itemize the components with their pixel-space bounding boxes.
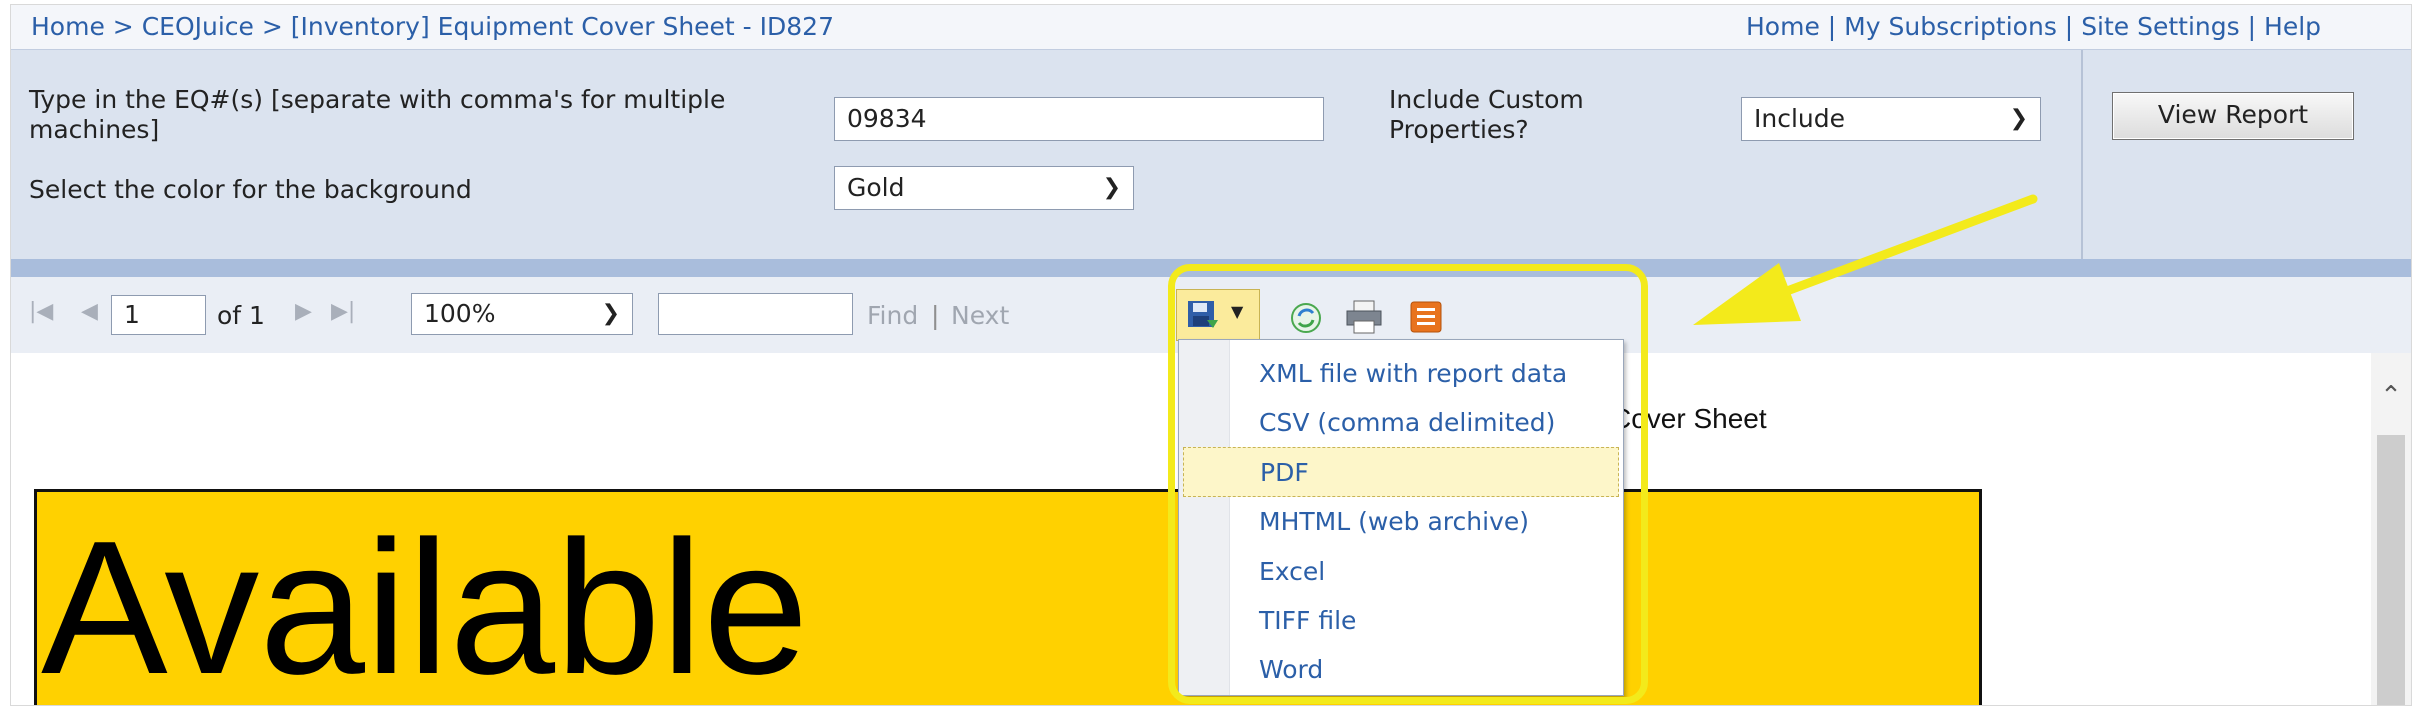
screenshot: Home > CEOJuice > [Inventory] Equipment … xyxy=(10,4,2412,706)
breadcrumb-separator: > xyxy=(261,12,283,41)
site-links: Home | My Subscriptions | Site Settings … xyxy=(1746,12,2321,41)
link-separator: | xyxy=(2247,12,2257,41)
link-separator: | xyxy=(1827,12,1837,41)
site-settings-link[interactable]: Site Settings xyxy=(2081,12,2239,41)
annotation-highlight-box xyxy=(1168,264,1648,704)
custom-properties-label: Include Custom Properties? xyxy=(1389,85,1584,144)
home-link[interactable]: Home xyxy=(1746,12,1820,41)
eq-number-input[interactable]: 09834 xyxy=(834,97,1324,141)
next-link[interactable]: Next xyxy=(951,301,1009,330)
my-subscriptions-link[interactable]: My Subscriptions xyxy=(1844,12,2057,41)
link-separator: | xyxy=(2064,12,2074,41)
panel-divider xyxy=(2081,50,2083,260)
availability-text: Available xyxy=(41,502,809,706)
breadcrumb-separator: > xyxy=(112,12,134,41)
scrollbar-thumb[interactable] xyxy=(2377,435,2405,705)
annotation-arrow-icon xyxy=(1693,194,2038,325)
chevron-down-icon: ❯ xyxy=(601,301,620,326)
zoom-value: 100% xyxy=(424,299,496,328)
next-page-icon[interactable]: ▶ xyxy=(295,299,312,324)
breadcrumb-report: [Inventory] Equipment Cover Sheet - ID82… xyxy=(290,12,834,41)
previous-page-icon[interactable]: ◀ xyxy=(81,299,98,324)
scroll-up-icon[interactable]: ⌃ xyxy=(2371,381,2411,411)
custom-properties-select[interactable]: Include ❯ xyxy=(1741,97,2041,141)
breadcrumb-home[interactable]: Home xyxy=(31,12,105,41)
chevron-down-icon: ❯ xyxy=(2009,106,2028,131)
page-count-text: of 1 xyxy=(217,301,265,330)
eq-number-label: Type in the EQ#(s) [separate with comma'… xyxy=(29,85,726,144)
find-link[interactable]: Find xyxy=(867,301,918,330)
find-input[interactable] xyxy=(658,293,853,335)
background-color-value: Gold xyxy=(847,173,905,202)
breadcrumb: Home > CEOJuice > [Inventory] Equipment … xyxy=(31,12,834,41)
zoom-select[interactable]: 100% ❯ xyxy=(411,293,633,335)
chevron-down-icon: ❯ xyxy=(1102,175,1121,200)
background-color-label: Select the color for the background xyxy=(29,175,472,204)
vertical-scrollbar[interactable]: ⌃ xyxy=(2371,353,2411,705)
view-report-button[interactable]: View Report xyxy=(2112,92,2354,140)
find-next-separator: | xyxy=(931,301,940,330)
background-color-select[interactable]: Gold ❯ xyxy=(834,166,1134,210)
page-number-input[interactable]: 1 xyxy=(111,295,206,335)
help-link[interactable]: Help xyxy=(2264,12,2321,41)
custom-properties-value: Include xyxy=(1754,104,1846,133)
first-page-icon[interactable]: |◀ xyxy=(29,299,53,324)
parameters-panel: Type in the EQ#(s) [separate with comma'… xyxy=(11,49,2411,260)
breadcrumb-ceojuice[interactable]: CEOJuice xyxy=(142,12,254,41)
top-bar: Home > CEOJuice > [Inventory] Equipment … xyxy=(11,5,2411,49)
last-page-icon[interactable]: ▶| xyxy=(331,299,355,324)
